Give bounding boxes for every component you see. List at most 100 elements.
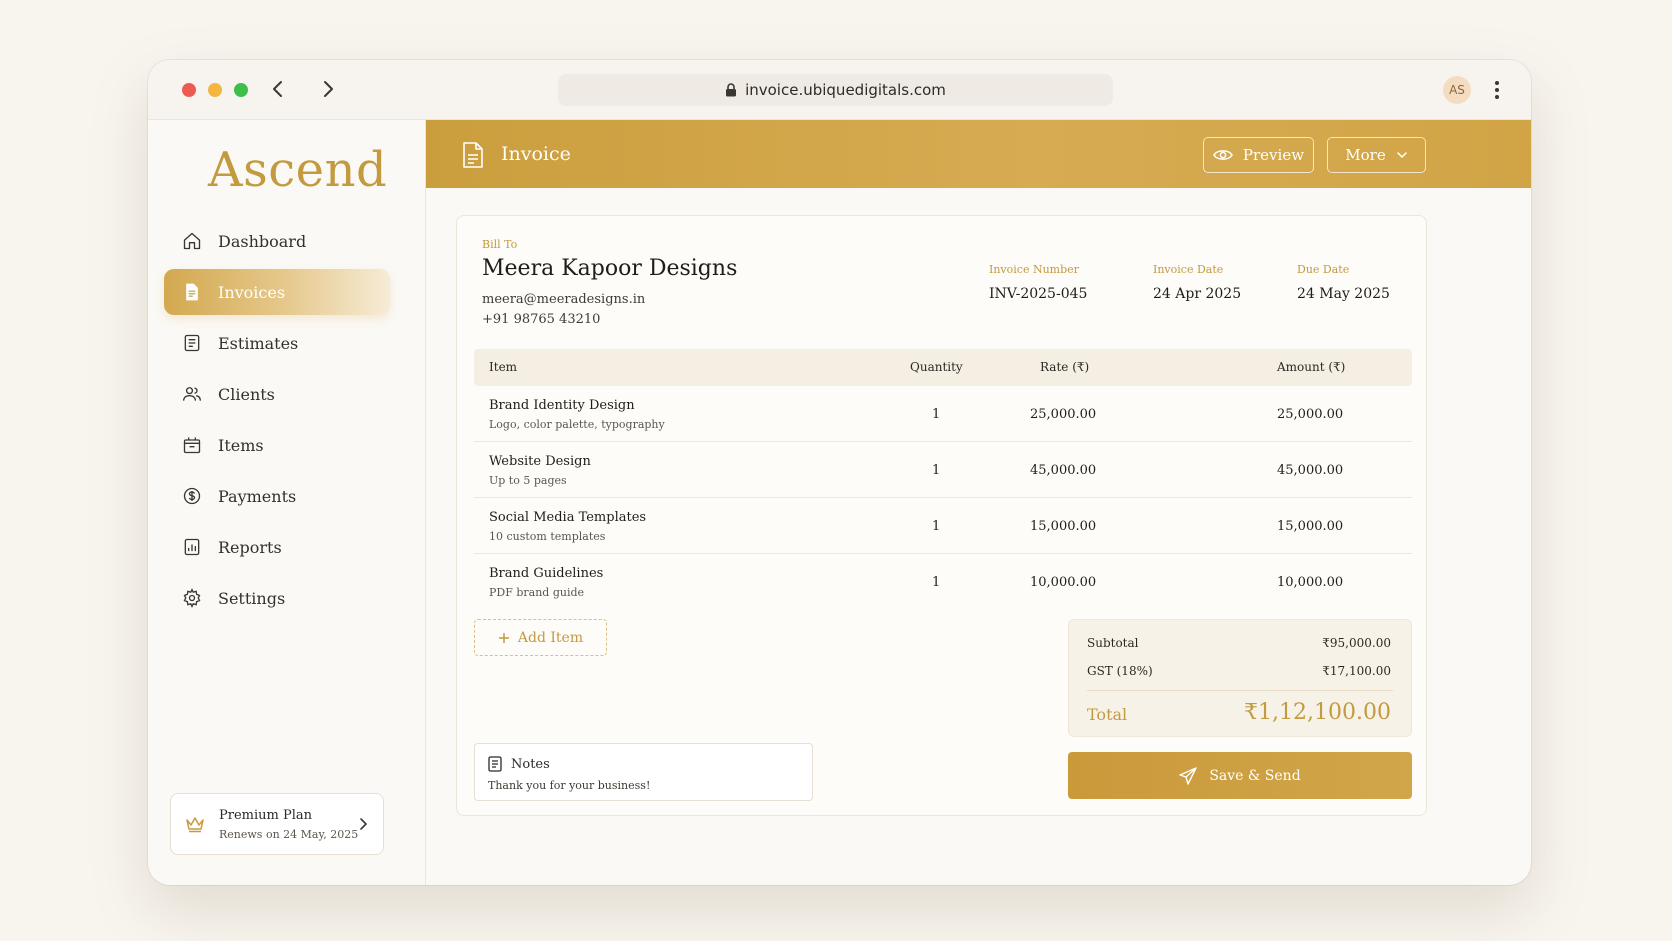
item-rate: 10,000.00 — [1030, 575, 1097, 590]
sidebar-item-label: Payments — [218, 486, 297, 506]
item-rate: 45,000.00 — [1030, 463, 1097, 478]
total-label: Total — [1087, 705, 1128, 724]
table-row[interactable]: Brand Identity Design Logo, color palett… — [474, 386, 1412, 442]
column-header-amount: Amount (₹) — [1277, 360, 1346, 374]
save-and-send-button[interactable]: Save & Send — [1068, 752, 1412, 799]
table-row[interactable]: Social Media Templates 10 custom templat… — [474, 498, 1412, 554]
lock-icon — [726, 83, 737, 97]
avatar[interactable]: AS — [1443, 76, 1471, 104]
more-dropdown-button[interactable]: More — [1327, 137, 1426, 173]
sidebar-item-payments[interactable]: Payments — [164, 473, 390, 519]
add-item-button[interactable]: Add Item — [474, 619, 607, 656]
preview-button[interactable]: Preview — [1203, 137, 1314, 173]
preview-label: Preview — [1242, 146, 1305, 164]
url-bar[interactable]: invoice.ubiquedigitals.com — [558, 74, 1113, 106]
item-amount: 25,000.00 — [1277, 407, 1344, 422]
sidebar-item-label: Dashboard — [218, 231, 307, 251]
column-header-item: Item — [489, 360, 518, 374]
url-text: invoice.ubiquedigitals.com — [745, 81, 946, 99]
premium-plan-title: Premium Plan — [219, 807, 312, 823]
sidebar-item-dashboard[interactable]: Dashboard — [164, 218, 390, 264]
item-rate: 15,000.00 — [1030, 519, 1097, 534]
item-name: Website Design — [489, 454, 591, 469]
close-window-button[interactable] — [182, 83, 196, 97]
item-quantity: 1 — [932, 519, 941, 534]
totals-divider — [1087, 690, 1393, 691]
app-logo[interactable]: Ascend — [208, 142, 387, 198]
browser-chrome: invoice.ubiquedigitals.com AS — [148, 60, 1531, 120]
item-rate: 25,000.00 — [1030, 407, 1097, 422]
invoice-date-value[interactable]: 24 Apr 2025 — [1153, 286, 1241, 302]
sidebar-item-settings[interactable]: Settings — [164, 575, 390, 621]
back-arrow-icon[interactable] — [266, 77, 290, 101]
browser-window: invoice.ubiquedigitals.com AS Ascend Das… — [148, 60, 1531, 885]
subtotal-label: Subtotal — [1087, 636, 1139, 650]
sidebar-item-invoices[interactable]: Invoices — [164, 269, 390, 315]
notes-label: Notes — [511, 756, 550, 772]
chart-icon — [184, 538, 200, 556]
invoice-date-field: Invoice Date 24 Apr 2025 — [1153, 263, 1241, 302]
crown-icon — [186, 817, 204, 833]
sidebar-item-label: Clients — [218, 384, 275, 404]
plus-icon — [498, 632, 509, 643]
sidebar-item-reports[interactable]: Reports — [164, 524, 390, 570]
column-header-rate: Rate (₹) — [1040, 360, 1090, 374]
forward-arrow-icon[interactable] — [316, 77, 340, 101]
item-amount: 15,000.00 — [1277, 519, 1344, 534]
gst-value: ₹17,100.00 — [1322, 664, 1391, 678]
invoice-icon — [186, 283, 198, 301]
sidebar-item-label: Estimates — [218, 333, 299, 353]
gst-label: GST (18%) — [1087, 664, 1153, 678]
invoice-date-label: Invoice Date — [1153, 263, 1224, 276]
chevron-right-icon — [360, 818, 368, 830]
table-row[interactable]: Brand Guidelines PDF brand guide 1 10,00… — [474, 554, 1412, 610]
invoice-number-label: Invoice Number — [989, 263, 1079, 276]
sidebar-item-items[interactable]: Items — [164, 422, 390, 468]
save-and-send-label: Save & Send — [1209, 767, 1301, 784]
table-row[interactable]: Website Design Up to 5 pages 1 45,000.00… — [474, 442, 1412, 498]
notes-text: Thank you for your business! — [488, 779, 651, 792]
premium-plan-renewal: Renews on 24 May, 2025 — [219, 827, 359, 841]
client-phone: +91 98765 43210 — [482, 312, 601, 327]
item-description: Logo, color palette, typography — [489, 418, 665, 431]
dollar-icon — [183, 487, 201, 505]
maximize-window-button[interactable] — [234, 83, 248, 97]
invoice-card: Bill To Meera Kapoor Designs meera@meera… — [456, 215, 1427, 816]
table-header: Item Quantity Rate (₹) Amount (₹) — [474, 349, 1412, 386]
users-icon — [183, 387, 201, 401]
notes-icon — [488, 756, 502, 772]
box-icon — [183, 437, 201, 454]
more-label: More — [1345, 146, 1386, 164]
browser-menu-icon[interactable] — [1487, 78, 1507, 102]
bill-to-label: Bill To — [482, 238, 518, 251]
page-header: Invoice Preview More — [426, 120, 1531, 188]
sidebar: Ascend Dashboard Invoices Estimates Clie… — [148, 120, 426, 885]
main-content: Invoice Preview More Bill To Meera Kapoo… — [426, 120, 1531, 885]
invoice-number-field: Invoice Number INV-2025-045 — [989, 263, 1087, 302]
notes-box[interactable]: Notes Thank you for your business! — [474, 743, 813, 801]
item-name: Social Media Templates — [489, 510, 647, 525]
item-quantity: 1 — [932, 463, 941, 478]
column-header-quantity: Quantity — [910, 360, 963, 374]
sidebar-nav: Dashboard Invoices Estimates Clients Ite… — [164, 218, 390, 626]
gear-icon — [183, 588, 201, 608]
minimize-window-button[interactable] — [208, 83, 222, 97]
invoice-number-value[interactable]: INV-2025-045 — [989, 286, 1087, 302]
sidebar-item-label: Invoices — [218, 282, 286, 302]
sidebar-item-estimates[interactable]: Estimates — [164, 320, 390, 366]
sidebar-item-label: Items — [218, 435, 264, 455]
due-date-value[interactable]: 24 May 2025 — [1297, 286, 1390, 302]
item-quantity: 1 — [932, 575, 941, 590]
item-name: Brand Guidelines — [489, 566, 604, 581]
subtotal-value: ₹95,000.00 — [1322, 636, 1391, 650]
premium-plan-card[interactable]: Premium Plan Renews on 24 May, 2025 — [170, 793, 384, 855]
item-description: 10 custom templates — [489, 530, 606, 543]
send-icon — [1179, 766, 1198, 785]
sidebar-item-clients[interactable]: Clients — [164, 371, 390, 417]
client-name: Meera Kapoor Designs — [482, 256, 738, 281]
estimate-icon — [184, 334, 200, 352]
item-amount: 10,000.00 — [1277, 575, 1344, 590]
line-items-table: Item Quantity Rate (₹) Amount (₹) Brand … — [474, 349, 1412, 610]
notes-header: Notes — [488, 756, 550, 772]
sidebar-item-label: Settings — [218, 588, 286, 608]
